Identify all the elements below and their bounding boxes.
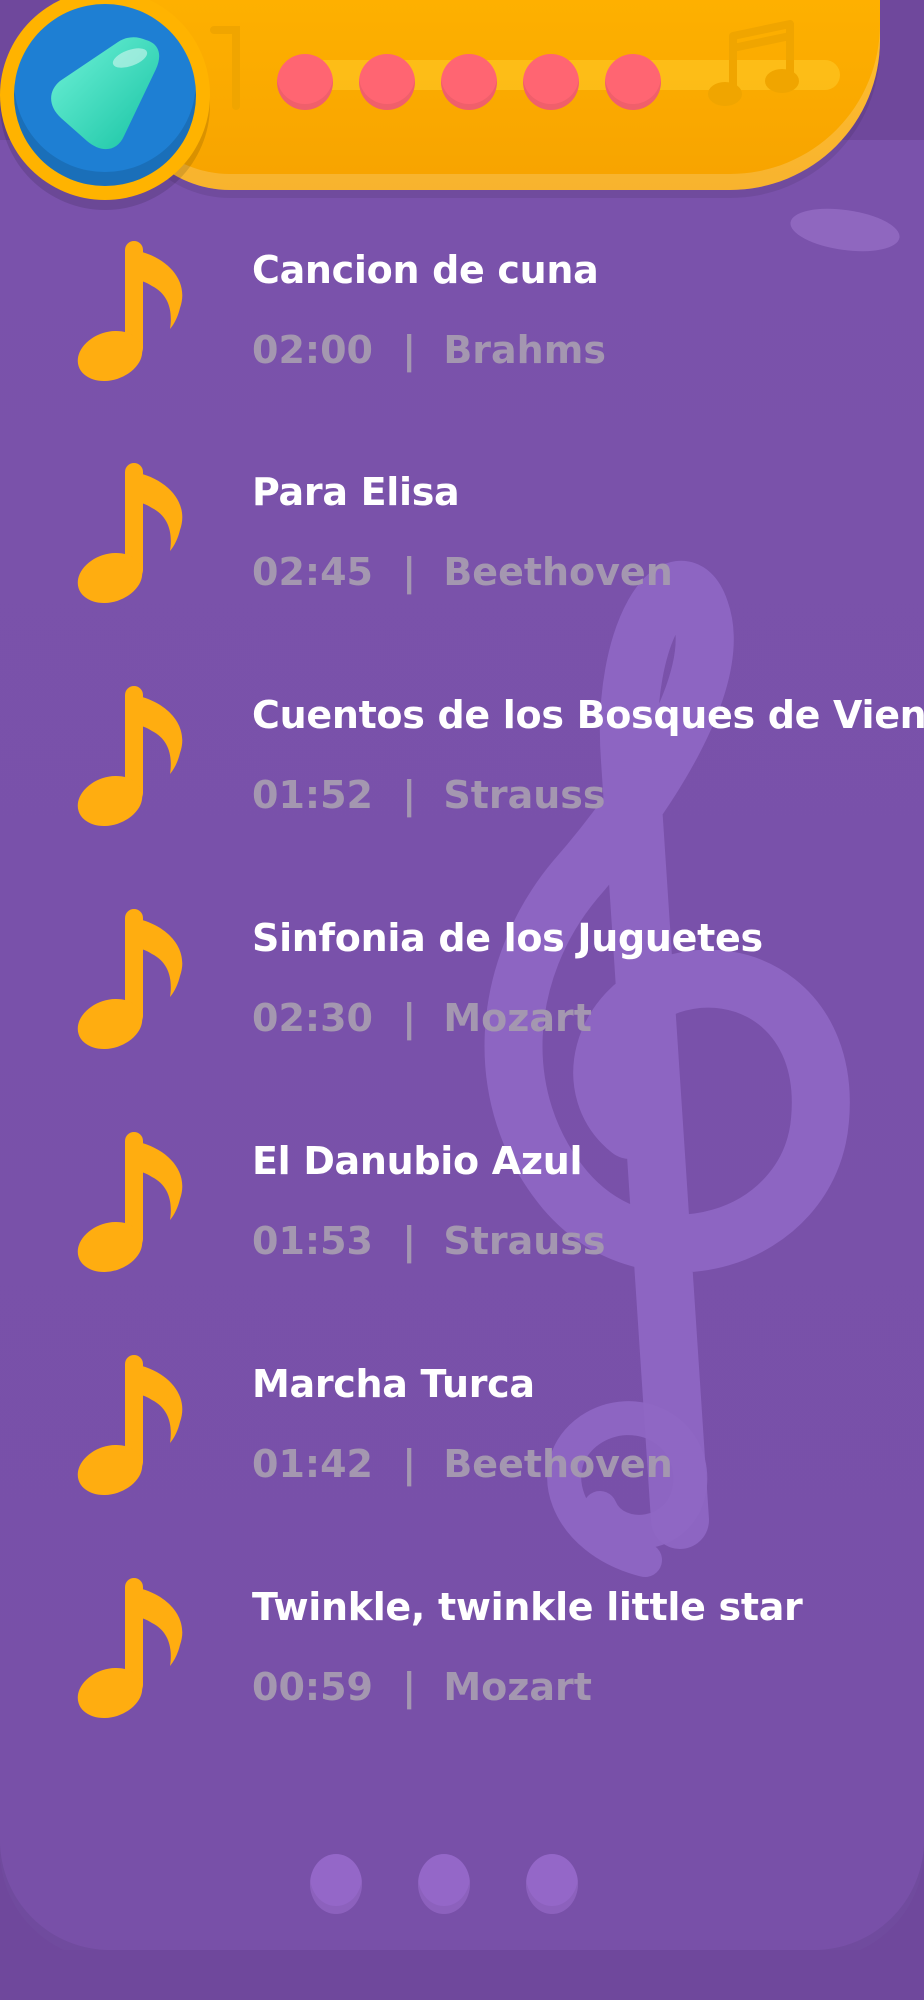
song-meta: 02:30 | Mozart [252, 996, 592, 1040]
meta-separator: | [402, 773, 417, 817]
music-note-icon [77, 463, 183, 603]
song-composer: Beethoven [443, 550, 673, 594]
song-composer: Beethoven [443, 1442, 673, 1486]
song-item[interactable]: Twinkle, twinkle little star 00:59 | Moz… [0, 1565, 924, 1755]
page-dot[interactable] [418, 1854, 470, 1914]
song-composer: Strauss [443, 1219, 606, 1263]
song-item[interactable]: El Danubio Azul 01:53 | Strauss [0, 1119, 924, 1309]
song-item[interactable]: Sinfonia de los Juguetes 02:30 | Mozart [0, 896, 924, 1086]
song-meta: 02:45 | Beethoven [252, 550, 673, 594]
song-meta: 02:00 | Brahms [252, 328, 606, 372]
page-indicator [310, 1854, 578, 1914]
song-item[interactable]: Marcha Turca 01:42 | Beethoven [0, 1342, 924, 1532]
music-note-icon [77, 241, 183, 381]
meta-separator: | [402, 550, 417, 594]
song-title: Sinfonia de los Juguetes [252, 916, 763, 960]
song-duration: 00:59 [252, 1665, 373, 1709]
music-note-icon [77, 1132, 183, 1272]
song-duration: 01:52 [252, 773, 373, 817]
song-title: El Danubio Azul [252, 1139, 583, 1183]
music-note-icon [77, 1355, 183, 1495]
music-note-icon [77, 1578, 183, 1718]
music-note-icon [77, 909, 183, 1049]
song-duration: 02:45 [252, 550, 373, 594]
song-title: Marcha Turca [252, 1362, 535, 1406]
song-title: Para Elisa [252, 470, 460, 514]
song-composer: Brahms [443, 328, 606, 372]
meta-separator: | [402, 1219, 417, 1263]
music-screen: Cancion de cuna 02:00 | Brahms Para Elis… [0, 0, 924, 2000]
song-title: Cancion de cuna [252, 248, 599, 292]
song-list: Cancion de cuna 02:00 | Brahms Para Elis… [0, 0, 924, 2000]
song-item[interactable]: Para Elisa 02:45 | Beethoven [0, 450, 924, 640]
meta-separator: | [402, 328, 417, 372]
song-duration: 02:30 [252, 996, 373, 1040]
song-title: Cuentos de los Bosques de Viena [252, 693, 924, 737]
song-duration: 01:42 [252, 1442, 373, 1486]
song-duration: 02:00 [252, 328, 373, 372]
song-meta: 00:59 | Mozart [252, 1665, 592, 1709]
footer-strip [0, 1950, 924, 2000]
song-composer: Strauss [443, 773, 606, 817]
song-meta: 01:53 | Strauss [252, 1219, 606, 1263]
page-dot[interactable] [526, 1854, 578, 1914]
song-title: Twinkle, twinkle little star [252, 1585, 803, 1629]
meta-separator: | [402, 1442, 417, 1486]
song-duration: 01:53 [252, 1219, 373, 1263]
song-composer: Mozart [443, 996, 592, 1040]
song-item[interactable]: Cancion de cuna 02:00 | Brahms [0, 228, 924, 418]
song-item[interactable]: Cuentos de los Bosques de Viena 01:52 | … [0, 673, 924, 863]
meta-separator: | [402, 996, 417, 1040]
song-composer: Mozart [443, 1665, 592, 1709]
page-dot[interactable] [310, 1854, 362, 1914]
song-meta: 01:52 | Strauss [252, 773, 606, 817]
song-meta: 01:42 | Beethoven [252, 1442, 673, 1486]
meta-separator: | [402, 1665, 417, 1709]
music-note-icon [77, 686, 183, 826]
